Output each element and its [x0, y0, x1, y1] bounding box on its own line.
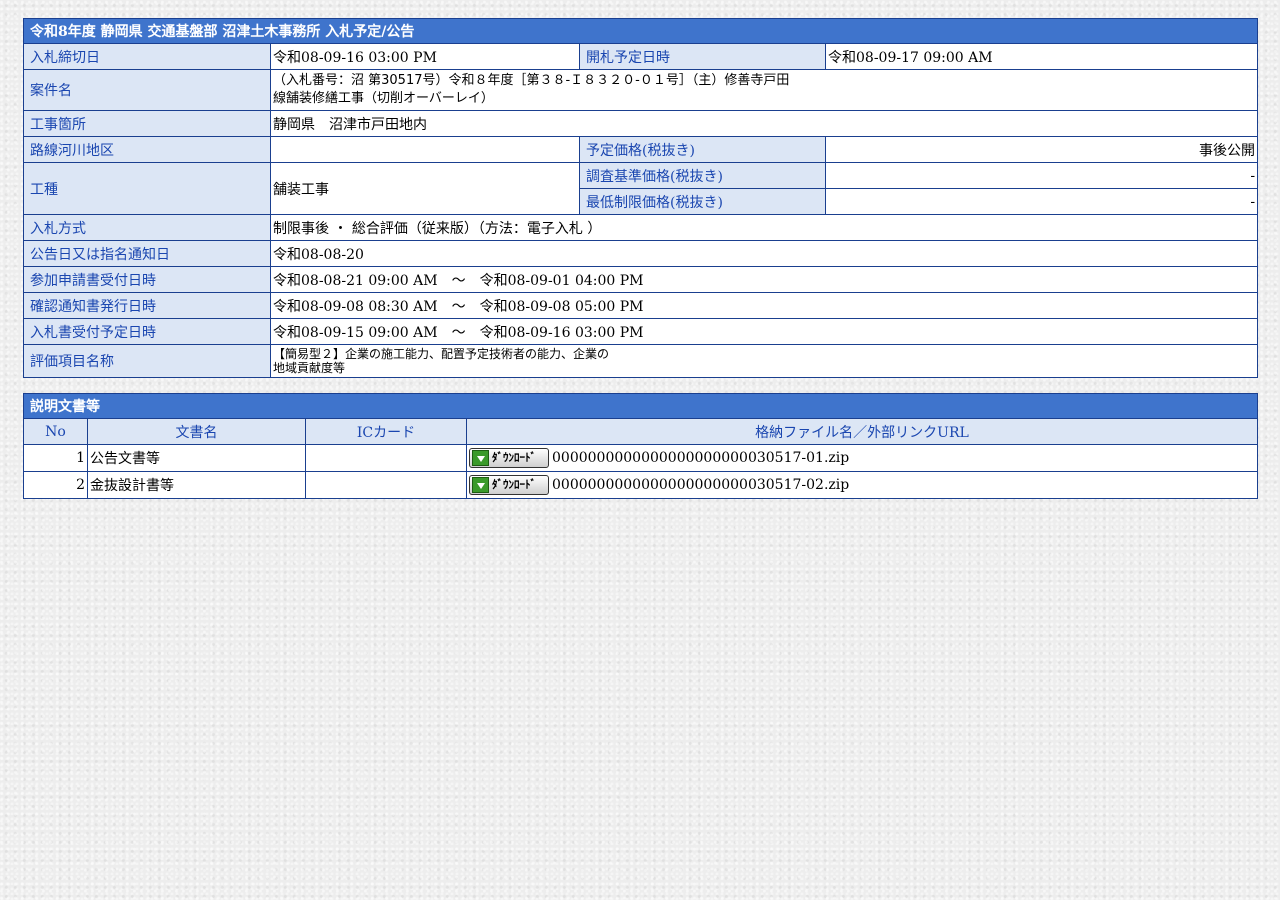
doc-name: 公告文書等 — [87, 444, 306, 472]
doc-name: 金抜設計書等 — [87, 471, 306, 499]
eval-value-line2: 地域貢献度等 — [273, 361, 346, 375]
route-value — [270, 136, 580, 163]
eval-value-line1: 【簡易型２】企業の施工能力、配置予定技術者の能力、企業の — [273, 347, 610, 361]
download-button-label: ﾀﾞｳﾝﾛｰﾄﾞ — [492, 451, 536, 464]
notice-title: 令和8年度 静岡県 交通基盤部 沼津土木事務所 入札予定/公告 — [22, 18, 1259, 44]
col-no-header: No — [23, 418, 88, 445]
case-label: 案件名 — [23, 69, 271, 111]
deadline-label: 入札締切日 — [23, 43, 271, 70]
route-label: 路線河川地区 — [23, 136, 271, 163]
doc-file-cell: ﾀﾞｳﾝﾛｰﾄﾞ 0000000000000000000000030517-01.… — [466, 444, 1258, 472]
planned-price-label: 予定価格(税抜き) — [579, 136, 826, 163]
doc-ic — [305, 471, 467, 499]
col-file-header: 格納ファイル名／外部リンクURL — [466, 418, 1258, 445]
table-row: 2 金抜設計書等 ﾀﾞｳﾝﾛｰﾄﾞ 00000000000000000000000… — [23, 471, 1258, 499]
receipt-value: 令和08-09-15 09:00 AM ～ 令和08-09-16 03:00 P… — [269, 318, 1259, 345]
case-value: （入札番号：沼 第30517号）令和８年度［第３８-Ｉ８３２０-０１号］（主）修… — [269, 69, 1259, 111]
download-button[interactable]: ﾀﾞｳﾝﾛｰﾄﾞ — [469, 475, 549, 495]
type-value: 舗装工事 — [270, 162, 580, 215]
survey-price-label: 調査基準価格(税抜き) — [579, 162, 826, 189]
table-row: 1 公告文書等 ﾀﾞｳﾝﾛｰﾄﾞ 000000000000000000000003… — [23, 444, 1258, 472]
announce-label: 公告日又は指名通知日 — [23, 240, 271, 267]
opening-label: 開札予定日時 — [579, 43, 826, 70]
planned-price-value: 事後公開 — [824, 136, 1259, 163]
min-price-value: - — [824, 188, 1259, 215]
survey-price-value: - — [824, 162, 1259, 189]
site-value: 静岡県 沼津市戸田地内 — [269, 110, 1259, 137]
case-value-line1: （入札番号：沼 第30517号）令和８年度［第３８-Ｉ８３２０-０１号］（主）修… — [273, 73, 790, 88]
eval-label: 評価項目名称 — [23, 344, 271, 378]
doc-no: 2 — [23, 471, 88, 499]
case-value-line2: 線舗装修繕工事（切削オーバーレイ） — [273, 91, 494, 106]
eval-value: 【簡易型２】企業の施工能力、配置予定技術者の能力、企業の 地域貢献度等 — [269, 344, 1259, 378]
doc-no: 1 — [23, 444, 88, 472]
col-ic-header: ICカード — [305, 418, 467, 445]
method-value: 制限事後 ・ 総合評価（従来版）（方法：電子入札 ） — [269, 214, 1259, 241]
confirm-label: 確認通知書発行日時 — [23, 292, 271, 319]
announce-value: 令和08-08-20 — [269, 240, 1259, 267]
min-price-label: 最低制限価格(税抜き) — [579, 188, 826, 215]
deadline-value: 令和08-09-16 03:00 PM — [270, 43, 580, 70]
opening-value: 令和08-09-17 09:00 AM — [824, 43, 1259, 70]
download-button-label: ﾀﾞｳﾝﾛｰﾄﾞ — [492, 478, 536, 491]
type-label: 工種 — [23, 162, 271, 215]
doc-file-cell: ﾀﾞｳﾝﾛｰﾄﾞ 0000000000000000000000030517-02.… — [466, 471, 1258, 499]
doc-ic — [305, 444, 467, 472]
download-icon — [472, 450, 489, 466]
col-name-header: 文書名 — [87, 418, 306, 445]
notice-table: 令和8年度 静岡県 交通基盤部 沼津土木事務所 入札予定/公告 入札締切日 令和… — [22, 18, 1259, 378]
confirm-value: 令和08-09-08 08:30 AM ～ 令和08-09-08 05:00 P… — [269, 292, 1259, 319]
site-label: 工事箇所 — [23, 110, 271, 137]
receipt-label: 入札書受付予定日時 — [23, 318, 271, 345]
doc-file-name: 0000000000000000000000030517-02.zip — [552, 477, 850, 493]
documents-title: 説明文書等 — [23, 393, 1258, 419]
download-icon — [472, 477, 489, 493]
apply-label: 参加申請書受付日時 — [23, 266, 271, 293]
download-button[interactable]: ﾀﾞｳﾝﾛｰﾄﾞ — [469, 448, 549, 468]
apply-value: 令和08-08-21 09:00 AM ～ 令和08-09-01 04:00 P… — [269, 266, 1259, 293]
documents-table: 説明文書等 No 文書名 ICカード 格納ファイル名／外部リンクURL 1 公告… — [23, 393, 1258, 499]
doc-file-name: 0000000000000000000000030517-01.zip — [552, 450, 850, 466]
method-label: 入札方式 — [23, 214, 271, 241]
